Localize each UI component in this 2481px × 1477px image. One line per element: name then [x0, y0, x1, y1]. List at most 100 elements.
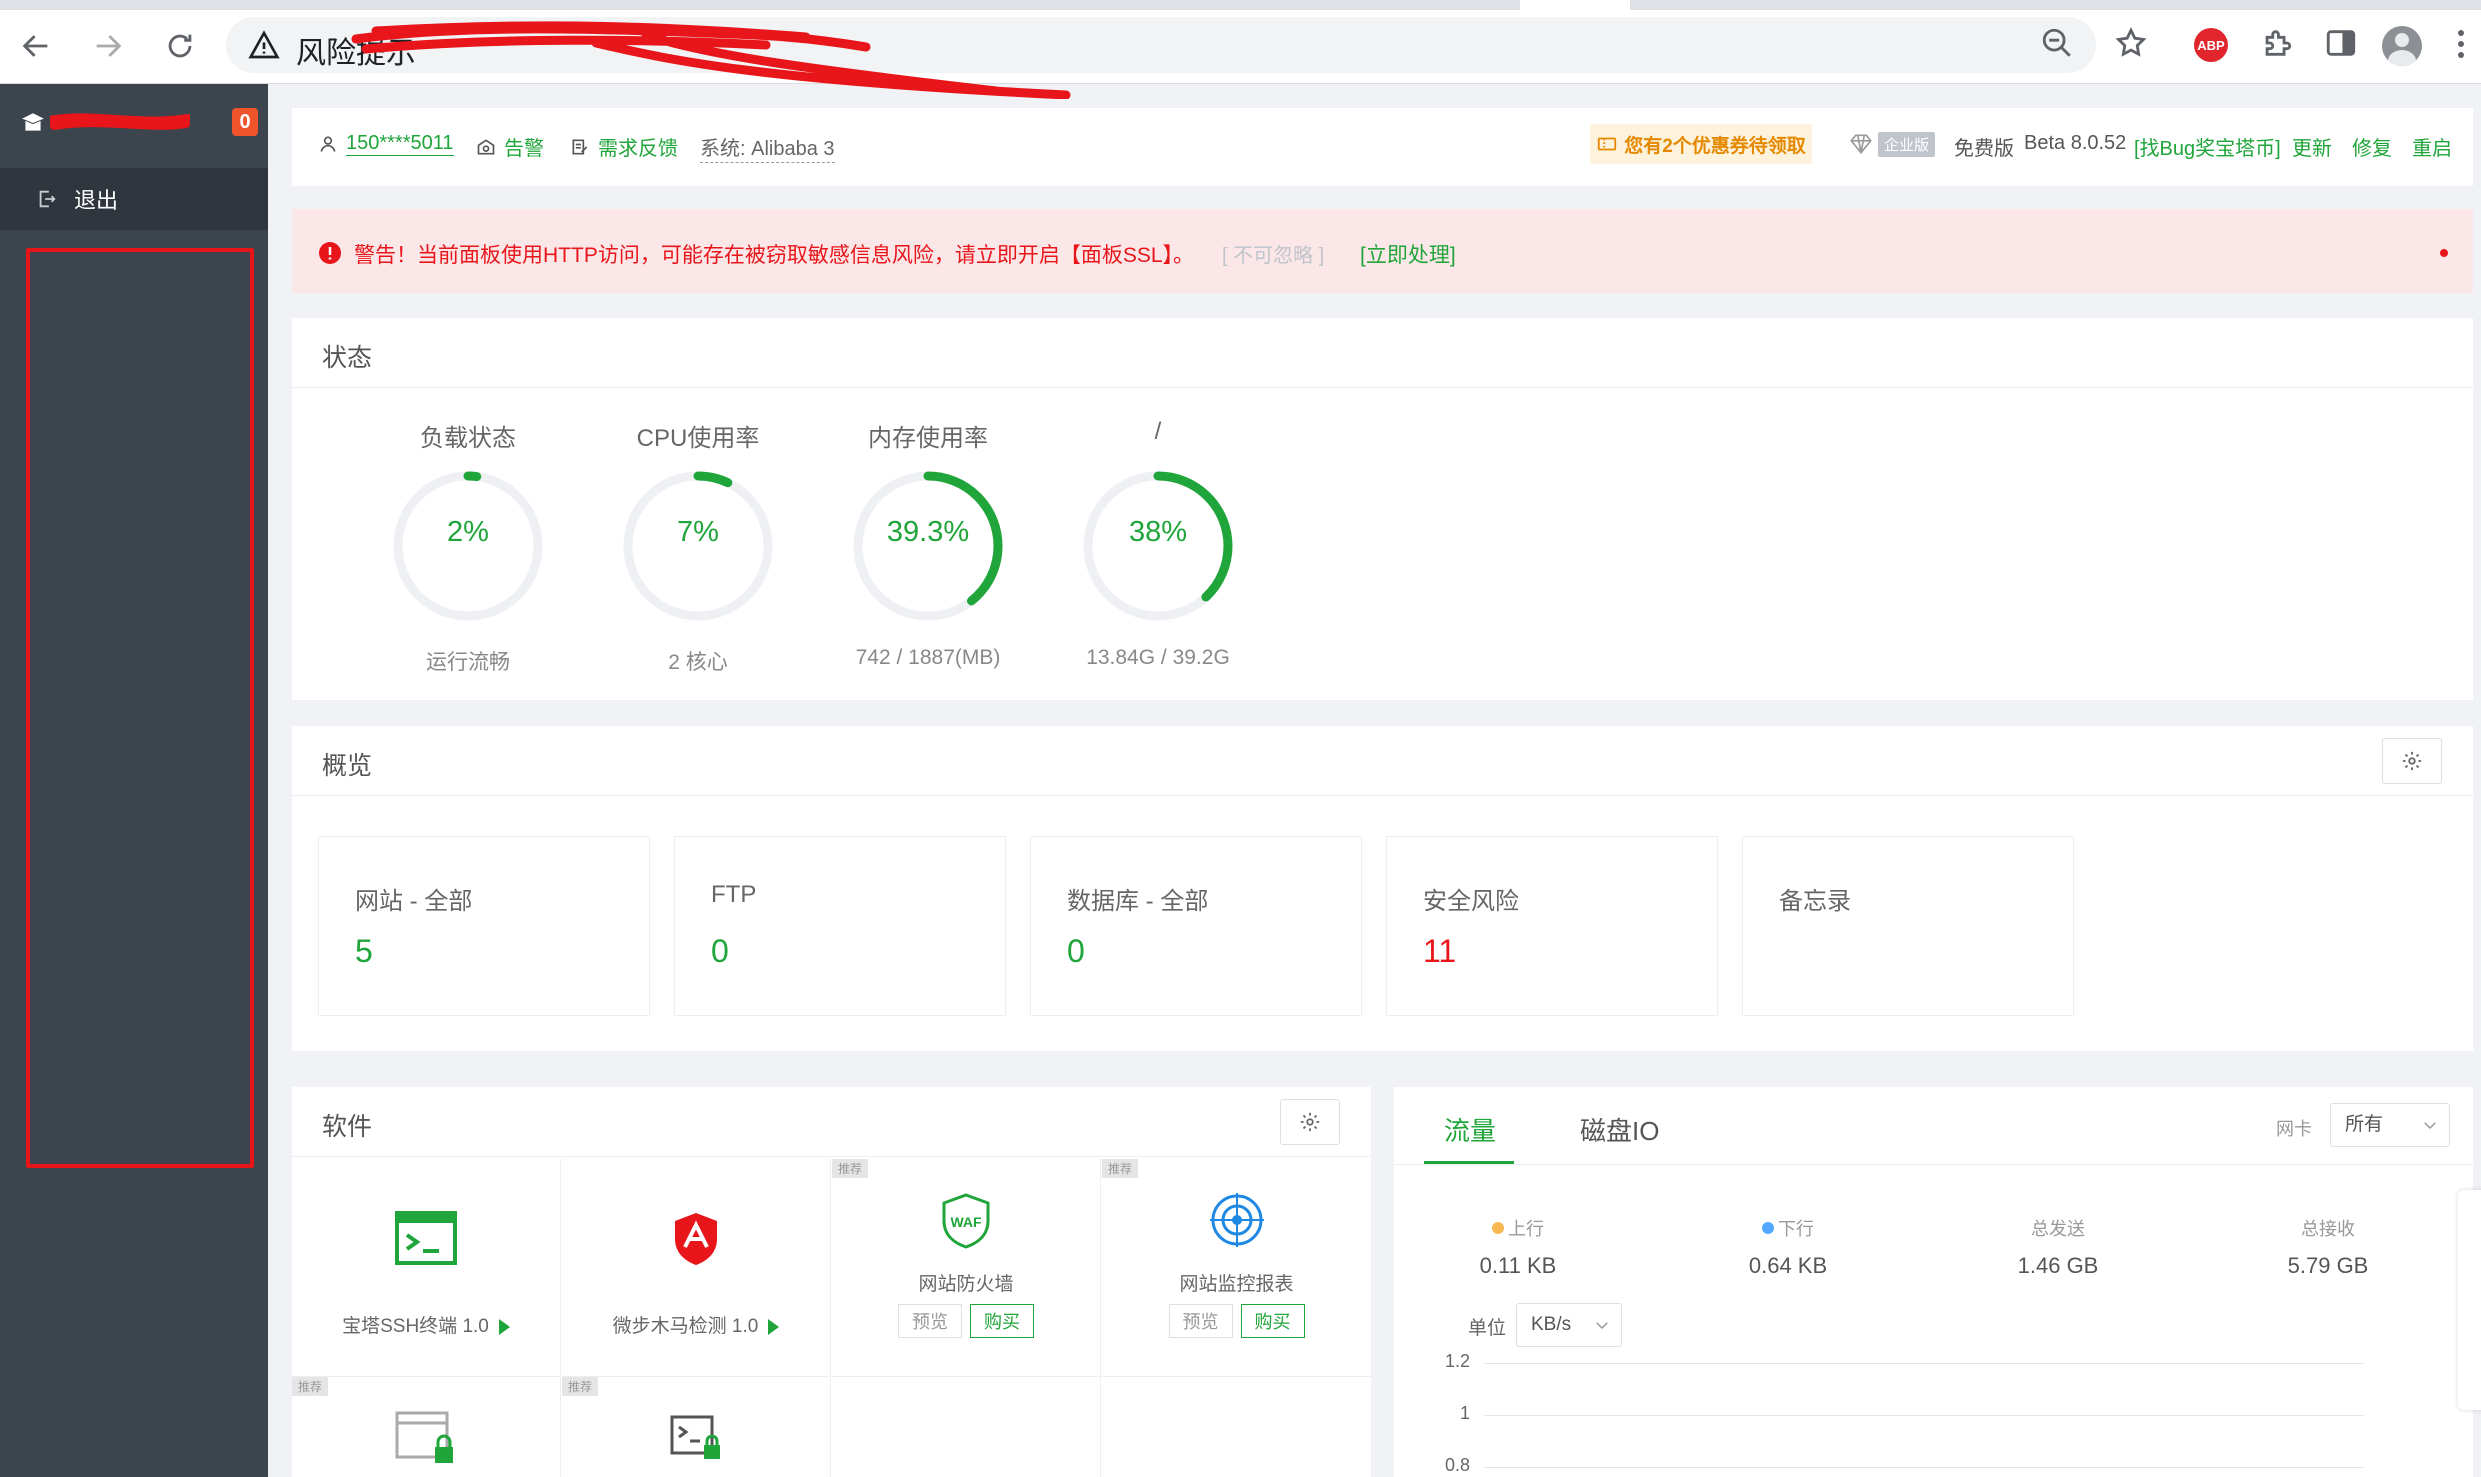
- overview-value[interactable]: 0: [1067, 933, 1085, 970]
- buy-button[interactable]: 购买: [1240, 1304, 1305, 1338]
- side-panel-button[interactable]: [2318, 20, 2364, 66]
- y-tick-label: 0.8: [1444, 1455, 1470, 1475]
- gauge-subtitle: 2 核心: [668, 651, 728, 674]
- feedback-link[interactable]: 需求反馈: [570, 132, 678, 161]
- floating-side-widget[interactable]: [2458, 1190, 2481, 1410]
- overview-label: FTP: [711, 881, 757, 908]
- alert-ignore-label: [ 不可忽略 ]: [1222, 245, 1325, 267]
- software-item-trojan[interactable]: 微步木马检测 1.0: [562, 1159, 831, 1377]
- overview-value[interactable]: 5: [355, 933, 373, 970]
- user-account-link[interactable]: 150****5011: [318, 132, 454, 156]
- feedback-label: 需求反馈: [598, 138, 678, 160]
- terminal-icon: [395, 1211, 457, 1265]
- bug-bounty-link[interactable]: [找Bug奖宝塔币]: [2134, 132, 2281, 161]
- overview-box[interactable]: FTP 0: [674, 836, 1006, 1016]
- repair-link[interactable]: 修复: [2352, 132, 2392, 161]
- traffic-stat-label: 上行: [1418, 1215, 1618, 1241]
- profile-avatar[interactable]: [2382, 26, 2422, 66]
- traffic-stat-value: 0.64 KB: [1748, 1253, 1828, 1278]
- traffic-stat-label-text: 上行: [1508, 1219, 1544, 1239]
- browser-menu-icon[interactable]: [2458, 30, 2466, 62]
- side-panel-icon: [2326, 30, 2356, 56]
- alert-action-link[interactable]: [立即处理]: [1360, 239, 1456, 269]
- traffic-stat-label-text: 下行: [1778, 1219, 1814, 1239]
- overview-value[interactable]: 0: [711, 933, 729, 970]
- gauge-title: 负载状态: [420, 425, 516, 452]
- buy-button[interactable]: 购买: [970, 1304, 1034, 1338]
- nic-select-value: 所有: [2345, 1114, 2384, 1135]
- software-item-terminal-lock[interactable]: 推荐: [562, 1377, 831, 1477]
- software-settings-button[interactable]: [1280, 1099, 1340, 1145]
- traffic-stat: 下行 0.64 KB: [1688, 1215, 1888, 1279]
- zoom-button[interactable]: [2034, 20, 2080, 66]
- traffic-stat: 上行 0.11 KB: [1418, 1215, 1618, 1279]
- notification-badge[interactable]: 0: [232, 108, 258, 136]
- status-card-header: 状态: [292, 318, 2473, 388]
- legend-dot: [1492, 1222, 1504, 1234]
- nic-select[interactable]: 所有: [2330, 1103, 2450, 1147]
- overview-box[interactable]: 网站 - 全部 5: [318, 836, 650, 1016]
- gear-icon: [1300, 1112, 1320, 1132]
- error-icon: [319, 242, 341, 264]
- unit-select[interactable]: KB/s: [1516, 1303, 1622, 1347]
- software-item-monitor[interactable]: 推荐 网站监控报表 预览 购买: [1102, 1159, 1371, 1377]
- nic-label: 网卡: [2276, 1119, 2312, 1139]
- overview-settings-button[interactable]: [2382, 738, 2442, 784]
- gear-icon: [2402, 751, 2422, 771]
- overview-box[interactable]: 安全风险 11: [1386, 836, 1718, 1016]
- preview-button[interactable]: 预览: [898, 1304, 962, 1338]
- traffic-stat-value: 1.46 GB: [2017, 1253, 2099, 1278]
- recommend-tag: 推荐: [1102, 1159, 1139, 1178]
- traffic-stat-label-text: 总接收: [2301, 1219, 2355, 1239]
- panel-topbar: 150****5011 告警 需求反馈 系统: Alibaba 3 您有2个优惠…: [292, 108, 2473, 186]
- back-button[interactable]: [14, 24, 58, 68]
- software-item-ssh[interactable]: 宝塔SSH终端 1.0: [292, 1159, 561, 1377]
- unit-label: 单位: [1468, 1318, 1507, 1339]
- user-icon: [320, 136, 336, 152]
- tab-traffic[interactable]: 流量: [1444, 1111, 1496, 1148]
- alarm-link[interactable]: 告警: [476, 132, 544, 161]
- extensions-button[interactable]: [2254, 20, 2300, 66]
- address-bar[interactable]: 风险提示: [226, 17, 2096, 99]
- gauge-3[interactable]: / 38% 13.84G / 39.2G: [1048, 418, 1268, 670]
- gauge-subtitle: 运行流畅: [426, 651, 510, 674]
- chevron-down-icon: [1596, 1322, 1608, 1330]
- gauge-1[interactable]: CPU使用率 7% 2 核心: [588, 418, 808, 676]
- overview-value[interactable]: 11: [1423, 933, 1456, 970]
- terminal-lock-icon: [670, 1415, 720, 1459]
- forward-button[interactable]: [86, 24, 130, 68]
- gauge-0[interactable]: 负载状态 2% 运行流畅: [358, 418, 578, 676]
- active-tab[interactable]: [1520, 0, 1630, 10]
- sidebar-item-label: 退出: [74, 188, 119, 213]
- chevron-down-icon: [2424, 1122, 2436, 1130]
- alert-message: 警告！当前面板使用HTTP访问，可能存在被窃取敏感信息风险，请立即开启【面板SS…: [354, 244, 1195, 267]
- overview-label: 数据库 - 全部: [1067, 888, 1209, 915]
- adblock-extension-icon[interactable]: ABP: [2194, 28, 2228, 62]
- preview-button[interactable]: 预览: [1168, 1304, 1233, 1338]
- alert-dot: [2440, 249, 2448, 257]
- restart-link[interactable]: 重启: [2412, 132, 2452, 161]
- highlight-annotation-box: [26, 248, 254, 1168]
- arrow-right-icon: [96, 35, 122, 57]
- grid-line: [1484, 1415, 2364, 1416]
- overview-box[interactable]: 数据库 - 全部 0: [1030, 836, 1362, 1016]
- sidebar-item-logout[interactable]: 退出: [0, 168, 268, 230]
- software-item-lock-window[interactable]: 推荐: [292, 1377, 561, 1477]
- bookmark-button[interactable]: [2108, 20, 2154, 66]
- update-link[interactable]: 更新: [2292, 132, 2332, 161]
- reload-button[interactable]: [158, 24, 202, 68]
- enterprise-badge[interactable]: 企业版: [1848, 131, 1936, 157]
- coupon-banner[interactable]: 您有2个优惠券待领取: [1590, 124, 1812, 164]
- tab-disk-io[interactable]: 磁盘IO: [1580, 1111, 1659, 1148]
- play-icon[interactable]: [768, 1318, 780, 1335]
- gauge-2[interactable]: 内存使用率 39.3% 742 / 1887(MB): [818, 418, 1038, 670]
- arrow-left-icon: [22, 35, 48, 57]
- overview-box[interactable]: 备忘录: [1742, 836, 2074, 1016]
- software-item-waf[interactable]: 推荐 WAF 网站防火墙 预览 购买: [832, 1159, 1101, 1377]
- browser-chrome: 风险提示 ABP: [0, 0, 2481, 99]
- traffic-stat: 总接收 5.79 GB: [2228, 1215, 2428, 1279]
- overview-label: 网站 - 全部: [355, 888, 473, 915]
- traffic-card-header: 流量 磁盘IO 网卡 所有: [1394, 1087, 2473, 1165]
- traffic-stat-value: 0.11 KB: [1479, 1253, 1557, 1278]
- play-icon[interactable]: [498, 1318, 510, 1335]
